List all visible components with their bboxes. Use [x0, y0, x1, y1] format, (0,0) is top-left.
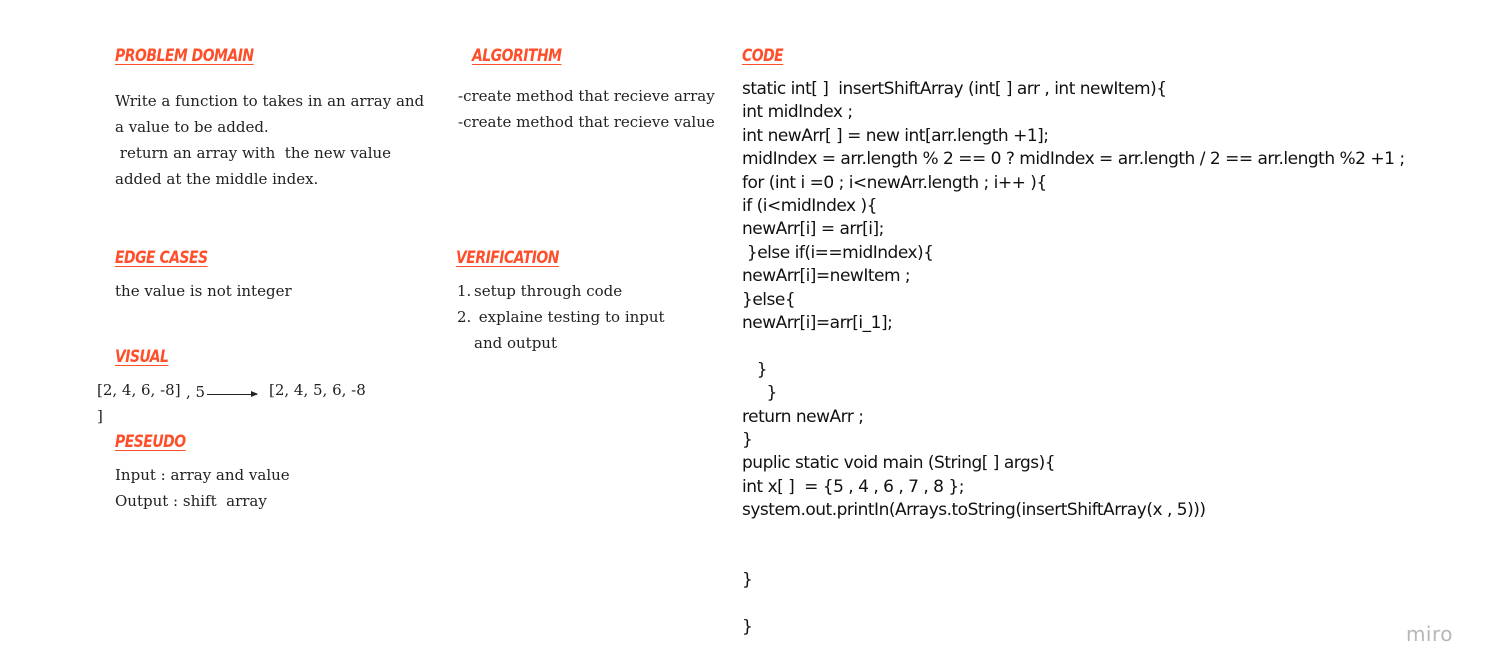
- miro-logo: miro: [1405, 622, 1453, 646]
- code-line: }: [742, 359, 768, 380]
- code-heading: CODE: [742, 46, 784, 66]
- code-line: system.out.printIn(Arrays.toString(inser…: [742, 500, 1206, 521]
- verification-item-text: setup through code: [474, 282, 623, 300]
- problem-domain-line: a value to be added.: [115, 118, 269, 136]
- pseudo-line: Output : shift array: [115, 492, 267, 510]
- verification-heading: VERIFICATION: [456, 248, 559, 268]
- code-line: static int[ ] insertShiftArray (int[ ] a…: [742, 79, 1167, 99]
- verification-item: 1. setup through code: [457, 278, 665, 304]
- problem-domain-line: return an array with the new value: [115, 144, 392, 162]
- code-line: newArr[i]=newItem ;: [742, 266, 911, 287]
- code-line: int midIndex ;: [742, 102, 853, 123]
- code-line: int x[ ] = {5 , 4 , 6 , 7 , 8 };: [742, 476, 964, 497]
- edge-cases-text: the value is not integer: [115, 282, 292, 300]
- algorithm-line: -create method that recieve array: [458, 87, 715, 105]
- code-block: static int[ ] insertShiftArray (int[ ] a…: [742, 78, 1405, 640]
- problem-domain-text: Write a function to takes in an array an…: [115, 88, 424, 192]
- verification-item-number: 1.: [457, 282, 472, 300]
- code-line: return newArr ;: [742, 406, 864, 427]
- problem-domain-line: Write a function to takes in an array an…: [115, 92, 425, 110]
- edge-cases-heading: EDGE CASES: [115, 248, 208, 268]
- code-line: puplic static void main (String[ ] args)…: [742, 453, 1056, 474]
- verification-item: 2. explaine testing to input and output: [457, 304, 665, 356]
- code-line: }: [742, 570, 753, 591]
- code-line: }: [742, 383, 778, 404]
- algorithm-heading: ALGORITHM: [472, 46, 562, 66]
- code-line: newArr[i]=arr[i_1];: [742, 313, 893, 334]
- problem-domain-heading: PROBLEM DOMAIN: [115, 46, 254, 66]
- algorithm-line: -create method that recieve value: [458, 113, 715, 131]
- pseudo-text: Input : array and value Output : shift a…: [115, 462, 290, 514]
- visual-input-close: ]: [97, 407, 103, 425]
- verification-item-text: and output: [474, 334, 557, 352]
- code-line: if (i<midIndex ){: [742, 196, 877, 217]
- code-line: }else{: [742, 289, 796, 310]
- visual-value: , 5: [186, 383, 206, 401]
- code-line: }: [742, 430, 753, 451]
- code-line: }: [742, 617, 753, 638]
- pseudo-line: Input : array and value: [115, 466, 290, 484]
- verification-item-text: explaine testing to input: [474, 308, 665, 326]
- code-line: midIndex = arr.length % 2 == 0 ? midInde…: [742, 149, 1405, 170]
- pseudo-heading: PESEUDO: [115, 432, 186, 452]
- visual-heading: VISUAL: [115, 347, 169, 367]
- problem-domain-line: added at the middle index.: [115, 170, 319, 188]
- code-line: newArr[i] = arr[i];: [742, 219, 884, 240]
- code-line: int newArr[ ] = new int[arr.length +1];: [742, 125, 1049, 146]
- verification-list: 1. setup through code 2. explaine testin…: [457, 278, 665, 356]
- verification-item-number: 2.: [457, 308, 472, 326]
- right-arrow-icon: [207, 391, 258, 397]
- algorithm-text: -create method that recieve array -creat…: [458, 83, 715, 135]
- visual-output-array: [2, 4, 5, 6, -8: [269, 381, 366, 399]
- code-line: for (int i =0 ; i<newArr.length ; i++ ){: [742, 172, 1047, 193]
- visual-input-array: [2, 4, 6, -8]: [97, 381, 181, 399]
- code-line: }else if(i==midIndex){: [742, 242, 934, 263]
